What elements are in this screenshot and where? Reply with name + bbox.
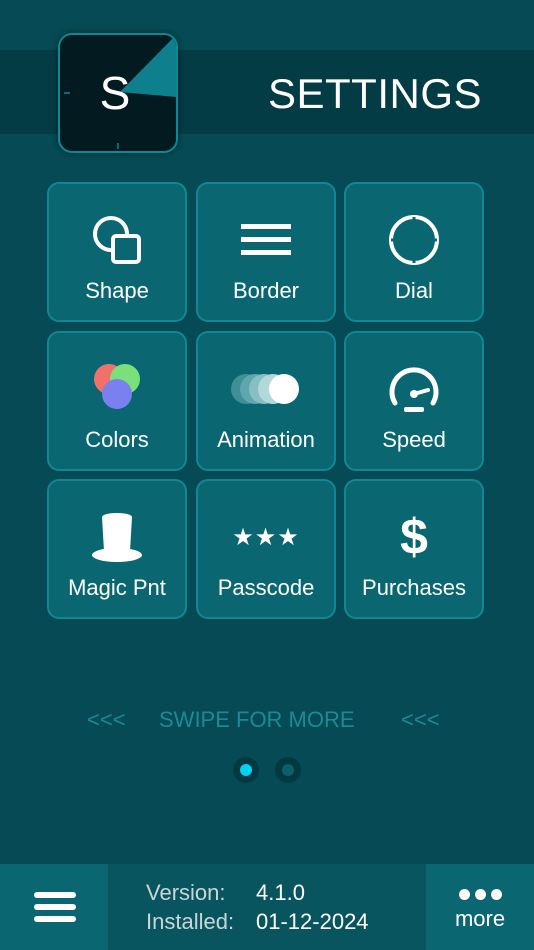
animation-label: Animation	[217, 427, 315, 452]
swipe-left-arrows: <<<	[87, 707, 126, 732]
passcode-label: Passcode	[217, 575, 315, 600]
app-icon: S	[58, 33, 178, 153]
stars-icon: ★★★	[198, 507, 334, 567]
swipe-right-arrows: <<<	[401, 707, 440, 732]
version-value: 4.1.0	[256, 880, 305, 905]
page-indicator	[232, 757, 302, 783]
settings-grid: Shape Border Dial Colors Animation Speed…	[47, 182, 487, 622]
swipe-text: SWIPE FOR MORE	[159, 707, 355, 732]
swipe-hint: <<< SWIPE FOR MORE <<<	[0, 703, 534, 737]
speed-tile[interactable]: Speed	[344, 331, 484, 471]
purchases-tile[interactable]: $ Purchases	[344, 479, 484, 619]
shape-label: Shape	[85, 278, 149, 303]
app-icon-letter: S	[99, 67, 131, 119]
version-label: Version:	[146, 880, 226, 905]
border-label: Border	[232, 278, 300, 303]
installed-value: 01-12-2024	[256, 909, 369, 934]
footer: Version: 4.1.0 Installed: 01-12-2024 mor…	[0, 864, 534, 950]
colors-icon	[49, 359, 185, 419]
dollar-icon: $	[346, 507, 482, 567]
shape-icon	[49, 210, 185, 270]
passcode-tile[interactable]: ★★★ Passcode	[196, 479, 336, 619]
magic-pnt-tile[interactable]: Magic Pnt	[47, 479, 187, 619]
more-button[interactable]: more	[426, 864, 534, 950]
page-dot-2[interactable]	[275, 757, 301, 783]
border-icon	[198, 210, 334, 270]
page-title: SETTINGS	[267, 70, 483, 117]
top-hat-icon	[49, 507, 185, 567]
animation-icon	[198, 359, 334, 419]
passcode-stars: ★★★	[232, 523, 300, 551]
colors-tile[interactable]: Colors	[47, 331, 187, 471]
installed-label: Installed:	[146, 909, 235, 934]
shape-tile[interactable]: Shape	[47, 182, 187, 322]
dollar-symbol: $	[400, 509, 428, 565]
dial-label: Dial	[395, 278, 433, 303]
page-dot-1[interactable]	[233, 757, 259, 783]
dial-tile[interactable]: Dial	[344, 182, 484, 322]
purchases-label: Purchases	[362, 575, 466, 600]
magic-pnt-label: Magic Pnt	[68, 575, 166, 600]
border-tile[interactable]: Border	[196, 182, 336, 322]
more-dots-icon	[459, 889, 503, 901]
colors-label: Colors	[85, 427, 149, 452]
more-label: more	[454, 906, 506, 931]
dial-icon	[346, 210, 482, 270]
speedometer-icon	[346, 359, 482, 419]
speed-label: Speed	[382, 427, 446, 452]
animation-tile[interactable]: Animation	[196, 331, 336, 471]
menu-button[interactable]	[0, 864, 108, 950]
